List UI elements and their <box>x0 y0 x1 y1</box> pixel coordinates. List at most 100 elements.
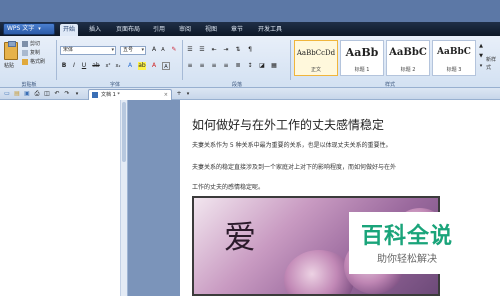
borders-button[interactable]: ▦ <box>270 62 278 70</box>
tab-page-layout[interactable]: 页面布局 <box>114 24 142 36</box>
app-menu-button[interactable]: WPS 文字 ▾ <box>3 23 55 35</box>
strikethrough-button[interactable]: ab <box>92 62 100 70</box>
add-tab-button[interactable]: + <box>175 90 183 98</box>
save-icon[interactable]: ▣ <box>23 90 31 98</box>
document-tab[interactable]: 文档 1 * × <box>88 89 172 100</box>
clipboard-group-label: 剪贴板 <box>21 82 37 88</box>
chevron-down-icon[interactable]: ▾ <box>184 90 192 98</box>
ribbon: 粘贴 剪切 复制 格式刷 剪贴板 宋体 ▾ 五号 ▾ A A ✎ B I U ab … <box>0 36 500 88</box>
undo-icon[interactable]: ↶ <box>53 90 61 98</box>
style-sample: AaBbCcDd <box>296 49 336 57</box>
divider <box>56 40 57 80</box>
font-size-select[interactable]: 五号 ▾ <box>120 46 146 55</box>
page-gutter <box>128 100 180 296</box>
grow-font-button[interactable]: A <box>150 46 158 54</box>
bullets-button[interactable]: ☰ <box>186 46 194 54</box>
navigation-pane <box>0 100 128 296</box>
tab-home[interactable]: 开始 <box>60 24 78 36</box>
chevron-down-icon[interactable]: ▾ <box>73 90 81 98</box>
line-spacing-button[interactable]: ↕ <box>246 62 254 70</box>
align-right-button[interactable]: ≡ <box>210 62 218 70</box>
bold-button[interactable]: B <box>60 62 68 70</box>
format-painter-button[interactable]: 格式刷 <box>22 58 45 66</box>
shrink-font-button[interactable]: A <box>159 46 167 54</box>
tab-developer[interactable]: 开发工具 <box>256 24 284 36</box>
paragraph-line: 夫妻关系的稳定直接涉及到一个家庭对上对下的影响程度，而如何做好与在外 <box>192 164 397 171</box>
numbering-button[interactable]: ☰ <box>198 46 206 54</box>
new-style-button[interactable]: 新样式 <box>486 56 500 72</box>
sort-button[interactable]: ⇅ <box>234 46 242 54</box>
watermark-subtitle: 助你轻松解决 <box>377 254 437 265</box>
tab-insert[interactable]: 插入 <box>86 24 104 36</box>
close-icon[interactable]: × <box>164 90 168 100</box>
copy-button[interactable]: 复制 <box>22 49 40 57</box>
style-heading-2[interactable]: AaBbC 标题 2 <box>386 40 430 76</box>
show-marks-button[interactable]: ¶ <box>246 46 254 54</box>
chevron-down-icon: ▾ <box>111 47 114 53</box>
chevron-down-icon: ▾ <box>38 26 41 32</box>
italic-button[interactable]: I <box>70 62 78 70</box>
style-name: 标题 3 <box>446 67 462 73</box>
watermark-title: 百科全说 <box>360 224 453 249</box>
align-left-button[interactable]: ≡ <box>186 62 194 70</box>
styles-more-button[interactable]: ▾ <box>477 62 485 70</box>
style-heading-3[interactable]: AaBbC 标题 3 <box>432 40 476 76</box>
font-size-value: 五号 <box>123 47 134 53</box>
font-family-select[interactable]: 宋体 ▾ <box>60 46 116 55</box>
document-tab-bar: ▭ ▤ ▣ ⎙ ◫ ↶ ↷ ▾ 文档 1 * × + ▾ <box>0 88 500 100</box>
align-center-button[interactable]: ≡ <box>198 62 206 70</box>
document-icon <box>92 92 98 98</box>
scissors-icon <box>22 40 28 47</box>
text-effect-button[interactable]: A <box>126 62 134 70</box>
tab-chapter[interactable]: 章节 <box>228 24 246 36</box>
app-name: WPS 文字 <box>7 25 35 32</box>
style-sample: AaBbC <box>389 47 427 58</box>
style-name: 标题 1 <box>354 67 370 73</box>
subscript-button[interactable]: x₂ <box>114 62 122 70</box>
divider <box>182 40 183 80</box>
document-tab-title: 文档 1 * <box>101 92 120 98</box>
format-painter-label: 格式刷 <box>30 59 46 65</box>
superscript-button[interactable]: x² <box>104 62 112 70</box>
print-icon[interactable]: ⎙ <box>33 90 41 98</box>
style-heading-1[interactable]: AaBb 标题 1 <box>340 40 384 76</box>
style-name: 正文 <box>310 67 321 73</box>
watermark: 百科全说 助你轻松解决 <box>349 212 465 274</box>
font-color-button[interactable]: A <box>150 62 158 70</box>
document-title: 如何做好与在外工作的丈夫感情稳定 <box>192 118 385 132</box>
copy-icon <box>22 49 28 56</box>
tab-view[interactable]: 视图 <box>202 24 220 36</box>
font-group-label: 字体 <box>109 82 120 88</box>
copy-label: 复制 <box>30 50 41 56</box>
shading-button[interactable]: ◪ <box>258 62 266 70</box>
tab-references[interactable]: 引用 <box>150 24 168 36</box>
font-family-value: 宋体 <box>63 47 74 53</box>
preview-icon[interactable]: ◫ <box>43 90 51 98</box>
brush-icon <box>22 58 28 65</box>
open-icon[interactable]: ▤ <box>13 90 21 98</box>
distribute-button[interactable]: ≣ <box>234 62 242 70</box>
new-doc-icon[interactable]: ▭ <box>3 90 11 98</box>
styles-scroll-up-button[interactable]: ▲ <box>477 42 485 50</box>
styles-group-label: 样式 <box>384 82 395 88</box>
divider <box>290 40 291 80</box>
vertical-scrollbar[interactable] <box>120 100 127 296</box>
rose-shape <box>284 250 354 294</box>
style-name: 标题 2 <box>400 67 416 73</box>
char-border-button[interactable]: A <box>162 62 170 70</box>
decrease-indent-button[interactable]: ⇤ <box>210 46 218 54</box>
tab-review[interactable]: 审阅 <box>176 24 194 36</box>
highlight-button[interactable]: ab <box>138 62 146 70</box>
clear-format-button[interactable]: ✎ <box>170 46 178 54</box>
styles-scroll-down-button[interactable]: ▼ <box>477 52 485 60</box>
cut-button[interactable]: 剪切 <box>22 40 40 48</box>
paragraph-line: 夫妻关系作为 5 种关系中最为重要的关系，也是以体现丈夫关系的重要性。 <box>192 142 392 149</box>
underline-button[interactable]: U <box>80 62 88 70</box>
paste-button[interactable]: 粘贴 <box>4 62 14 70</box>
increase-indent-button[interactable]: ⇥ <box>222 46 230 54</box>
style-normal[interactable]: AaBbCcDd 正文 <box>294 40 338 76</box>
paragraph-group-label: 段落 <box>231 82 242 88</box>
justify-button[interactable]: ≡ <box>222 62 230 70</box>
redo-icon[interactable]: ↷ <box>63 90 71 98</box>
paste-icon[interactable] <box>4 41 18 60</box>
